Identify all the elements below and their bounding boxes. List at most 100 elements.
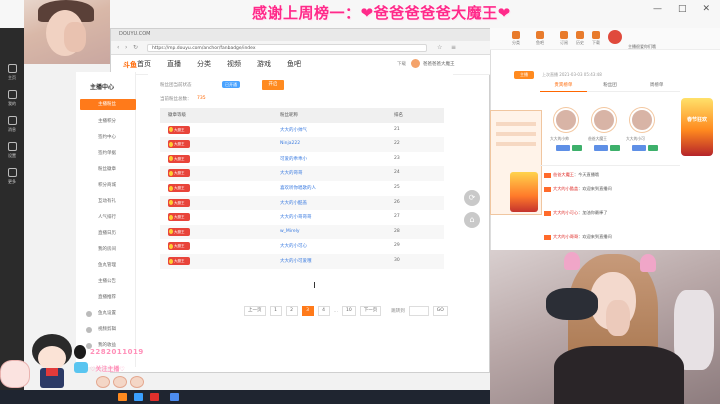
nav-live[interactable]: 直播 <box>167 59 181 69</box>
fan-name-link[interactable]: 可爱的乖乖小 <box>280 156 307 162</box>
page-button-active[interactable]: 3 <box>301 306 314 316</box>
sidebar-item[interactable]: 主播积分 <box>98 118 116 124</box>
app-taskbar-icon[interactable] <box>170 393 179 401</box>
back-icon[interactable]: ‹ <box>117 44 119 51</box>
sticker-caption: ♡关注主播♡ <box>90 366 125 373</box>
sidebar-item[interactable]: 签约中心 <box>98 134 116 140</box>
tab-vip[interactable]: 贵宾榜单 <box>540 80 587 92</box>
fan-name-link[interactable]: 大大的小可爱哦 <box>280 258 312 264</box>
bookmark-icon[interactable]: ☆ <box>437 44 442 51</box>
client-icon-history[interactable]: 历史 <box>574 31 586 46</box>
browser-tab-title[interactable]: DOUYU.COM <box>119 31 151 37</box>
webcam-overlay-top <box>24 0 110 64</box>
back-to-top-icon[interactable]: ⌂ <box>464 212 480 228</box>
prev-page-button[interactable]: 上一页 <box>244 306 266 316</box>
rank-avatar[interactable] <box>554 108 578 132</box>
taskbar-item-more[interactable]: 更多 <box>4 168 20 185</box>
fan-name-link[interactable]: w_Mirely <box>280 229 300 234</box>
nav-video[interactable]: 视频 <box>227 59 241 69</box>
sidebar-item[interactable]: 积分商城 <box>98 182 116 188</box>
sidebar-item[interactable]: 签约单据 <box>98 150 116 156</box>
browser-titlebar: DOUYU.COM <box>111 29 491 41</box>
header-nickname: 粉丝昵称 <box>280 113 298 118</box>
fan-medal-badge: 大魔王 <box>168 213 190 222</box>
refresh-icon[interactable]: ↻ <box>133 44 138 51</box>
fan-name-link[interactable]: 喜欢听你唱歌的人 <box>280 185 316 191</box>
sidebar-item[interactable]: 直播日历 <box>98 230 116 236</box>
menu-icon[interactable]: ≡ <box>451 44 456 51</box>
close-button[interactable]: ✕ <box>702 4 710 14</box>
sidebar-title: 主播中心 <box>90 84 115 91</box>
window-controls: — □ ✕ <box>653 4 710 14</box>
taskbar-item-mine[interactable]: 我的 <box>4 90 20 107</box>
fan-medal-badge: 大魔王 <box>168 154 190 163</box>
obs-taskbar-icon[interactable] <box>150 393 159 401</box>
client-icon-category[interactable]: 分类 <box>510 31 522 46</box>
tab-week[interactable]: 周榜单 <box>633 80 681 92</box>
avatar[interactable] <box>411 59 420 68</box>
sidebar-item[interactable]: 粉丝徽章 <box>98 166 116 172</box>
header-rank: 排名 <box>394 113 403 118</box>
sidebar-item[interactable]: 互动有礼 <box>98 198 116 204</box>
nav-yuba[interactable]: 鱼吧 <box>287 59 301 69</box>
page-button[interactable]: 2 <box>285 306 298 316</box>
fan-name-link[interactable]: 大大的小帅气 <box>280 127 307 133</box>
taskbar-item-settings[interactable]: 设置 <box>4 142 20 159</box>
promo-banner-small[interactable] <box>510 172 538 212</box>
last-page-button[interactable]: 10 <box>342 306 356 316</box>
fan-rank: 24 <box>394 170 400 176</box>
maximize-button[interactable]: □ <box>678 4 687 14</box>
fan-name-link[interactable]: Ninja222 <box>280 141 300 146</box>
site-logo[interactable]: 斗鱼 <box>123 60 137 70</box>
sidebar-active-label: 主播粉丝 <box>98 102 116 107</box>
qq-number: 2282011019 <box>90 348 144 356</box>
client-icon-download[interactable]: 下载 <box>590 31 602 46</box>
enable-button[interactable]: 开启 <box>262 80 284 90</box>
go-button[interactable]: GO <box>432 306 448 316</box>
sidebar-item[interactable]: 鱼丸设置 <box>98 310 116 316</box>
taskbar-item-messages[interactable]: 消息 <box>4 116 20 133</box>
share-icon[interactable]: ⟳ <box>464 190 480 206</box>
promo-banner[interactable] <box>681 98 713 156</box>
url-field[interactable]: https://mp.douyu.com/anchor/fanbadge/ind… <box>147 44 427 52</box>
avatar[interactable] <box>608 30 622 44</box>
sidebar-item[interactable]: 鱼丸管理 <box>98 262 116 268</box>
nav-game[interactable]: 游戏 <box>257 59 271 69</box>
fan-name-link[interactable]: 大大的哥哥 <box>280 170 303 176</box>
fan-name-link[interactable]: 大大的小可心 <box>280 243 307 249</box>
client-icon-follow[interactable]: 订阅 <box>558 31 570 46</box>
nav-home[interactable]: 首页 <box>137 59 151 69</box>
next-page-button[interactable]: 下一页 <box>359 306 382 316</box>
sidebar-item[interactable]: 视频剪辑 <box>98 326 116 332</box>
recommend-icon <box>86 311 92 317</box>
sidebar-item[interactable]: 我的房间 <box>98 246 116 252</box>
page-button[interactable]: 4 <box>317 306 330 316</box>
rank-avatar[interactable] <box>630 108 654 132</box>
browser-taskbar-icon[interactable] <box>134 393 143 401</box>
fan-name-link[interactable]: 大大的小酷盖 <box>280 200 307 206</box>
status-label: 粉丝团当前状态 <box>160 83 192 88</box>
douyu-taskbar-icon[interactable] <box>118 393 127 401</box>
taskbar-item-home[interactable]: 主页 <box>4 64 20 81</box>
jump-page-input[interactable] <box>408 306 429 316</box>
fan-rank: 26 <box>394 199 400 205</box>
minimize-button[interactable]: — <box>653 4 662 14</box>
sidebar-item[interactable]: 人气排行 <box>98 214 116 220</box>
page-button[interactable]: 1 <box>269 306 282 316</box>
rank-avatar[interactable] <box>592 108 616 132</box>
forward-icon[interactable]: › <box>125 44 127 51</box>
client-icon-yuba[interactable]: 鱼吧 <box>534 31 546 46</box>
sidebar-item[interactable]: 直播推荐 <box>98 294 116 300</box>
fan-count-label: 当前粉丝总数： <box>160 97 192 102</box>
fan-name-link[interactable]: 大大的小哥哥哥 <box>280 214 312 220</box>
fan-medal-badge: 大魔王 <box>168 125 190 134</box>
nav-category[interactable]: 分类 <box>197 59 211 69</box>
header-username[interactable]: 爸爸爸爸大魔王 <box>423 61 455 67</box>
download-link[interactable]: 下载 <box>397 61 406 67</box>
fan-medal-badge: 大魔王 <box>168 184 190 192</box>
left-taskbar: 主页 我的 消息 设置 更多 <box>0 28 24 404</box>
sidebar-item[interactable]: 主播公告 <box>98 278 116 284</box>
address-bar-row: ‹ › ↻ https://mp.douyu.com/anchor/fanbad… <box>111 41 491 55</box>
tab-fans[interactable]: 粉丝团 <box>586 80 634 92</box>
fan-medal-badge: 大魔王 <box>168 169 190 178</box>
